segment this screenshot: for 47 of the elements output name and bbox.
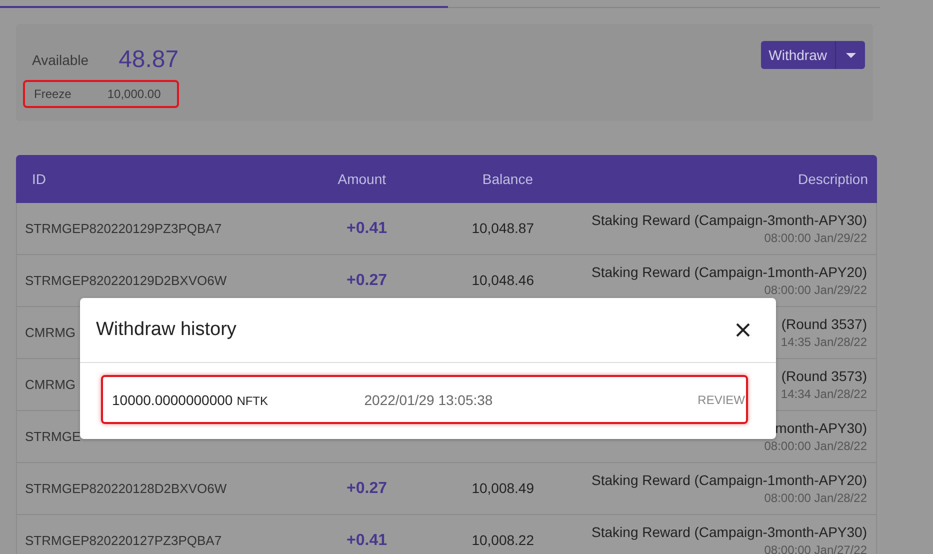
- id-cell: STRMGEP820220129D2BXVO6W: [25, 273, 227, 288]
- id-cell: STRMGEP820220128D2BXVO6W: [25, 481, 227, 496]
- description-cell: Staking Reward (Campaign-1month-APY20): [592, 472, 867, 488]
- time-cell: 14:35 Jan/28/22: [780, 335, 867, 349]
- caret-icon: [846, 52, 856, 58]
- time-cell: 14:34 Jan/28/22: [780, 387, 867, 401]
- id-cell: STRMGEP820220129PZ3PQBA7: [25, 221, 222, 236]
- description-cell: month-APY30): [775, 420, 867, 436]
- time-cell: 08:00:00 Jan/29/22: [764, 283, 867, 297]
- dropdown-button[interactable]: [835, 41, 865, 69]
- withdraw-date: 2022/01/29 13:05:38: [364, 392, 493, 408]
- amount-cell: +0.27: [346, 480, 387, 496]
- balance-cell: 10,048.87: [472, 220, 534, 236]
- balance-cell: 10,048.46: [472, 272, 534, 288]
- close-icon: [736, 323, 750, 337]
- time-cell: 08:00:00 Jan/28/22: [764, 491, 867, 505]
- time-cell: 08:00:00 Jan/29/22: [764, 231, 867, 245]
- id-cell: STRMGEP820220127PZ3PQBA7: [25, 533, 222, 548]
- id-cell: STRMGE: [25, 429, 81, 444]
- freeze-value: 10,000.00: [107, 87, 161, 101]
- column-header: Amount: [336, 171, 386, 187]
- description-cell: Staking Reward (Campaign-1month-APY20): [592, 264, 867, 280]
- status-label: REVIEW: [696, 392, 745, 406]
- amount-cell: +0.27: [346, 272, 387, 288]
- id-cell: CMRMG: [25, 377, 76, 392]
- amount-cell: +0.41: [346, 532, 387, 548]
- column-header: ID: [31, 171, 47, 187]
- time-cell: 08:00:00 Jan/28/22: [764, 439, 867, 453]
- withdraw-button[interactable]: Withdraw: [760, 41, 835, 69]
- column-header: Balance: [481, 171, 533, 187]
- description-cell: (Round 3573): [781, 368, 867, 384]
- description-cell: (Round 3537): [781, 316, 867, 332]
- amount-cell: +0.41: [346, 220, 387, 236]
- freeze-label: Freeze: [34, 87, 72, 101]
- dialog-title: Withdraw history: [96, 319, 236, 341]
- token-unit: NFTK: [236, 394, 268, 408]
- available-value: 48.87: [118, 46, 179, 74]
- withdraw-amount: 10000.0000000000: [112, 392, 233, 408]
- column-header: Description: [796, 171, 869, 187]
- description-cell: Staking Reward (Campaign-3month-APY30): [592, 212, 867, 228]
- available-label: Available: [32, 52, 89, 68]
- time-cell: 08:00:00 Jan/27/22: [764, 543, 867, 554]
- balance-cell: 10,008.22: [472, 532, 534, 548]
- balance-cell: 10,008.49: [472, 480, 534, 496]
- close-button[interactable]: [734, 321, 752, 339]
- description-cell: Staking Reward (Campaign-3month-APY30): [592, 524, 867, 540]
- id-cell: CMRMG: [25, 325, 76, 340]
